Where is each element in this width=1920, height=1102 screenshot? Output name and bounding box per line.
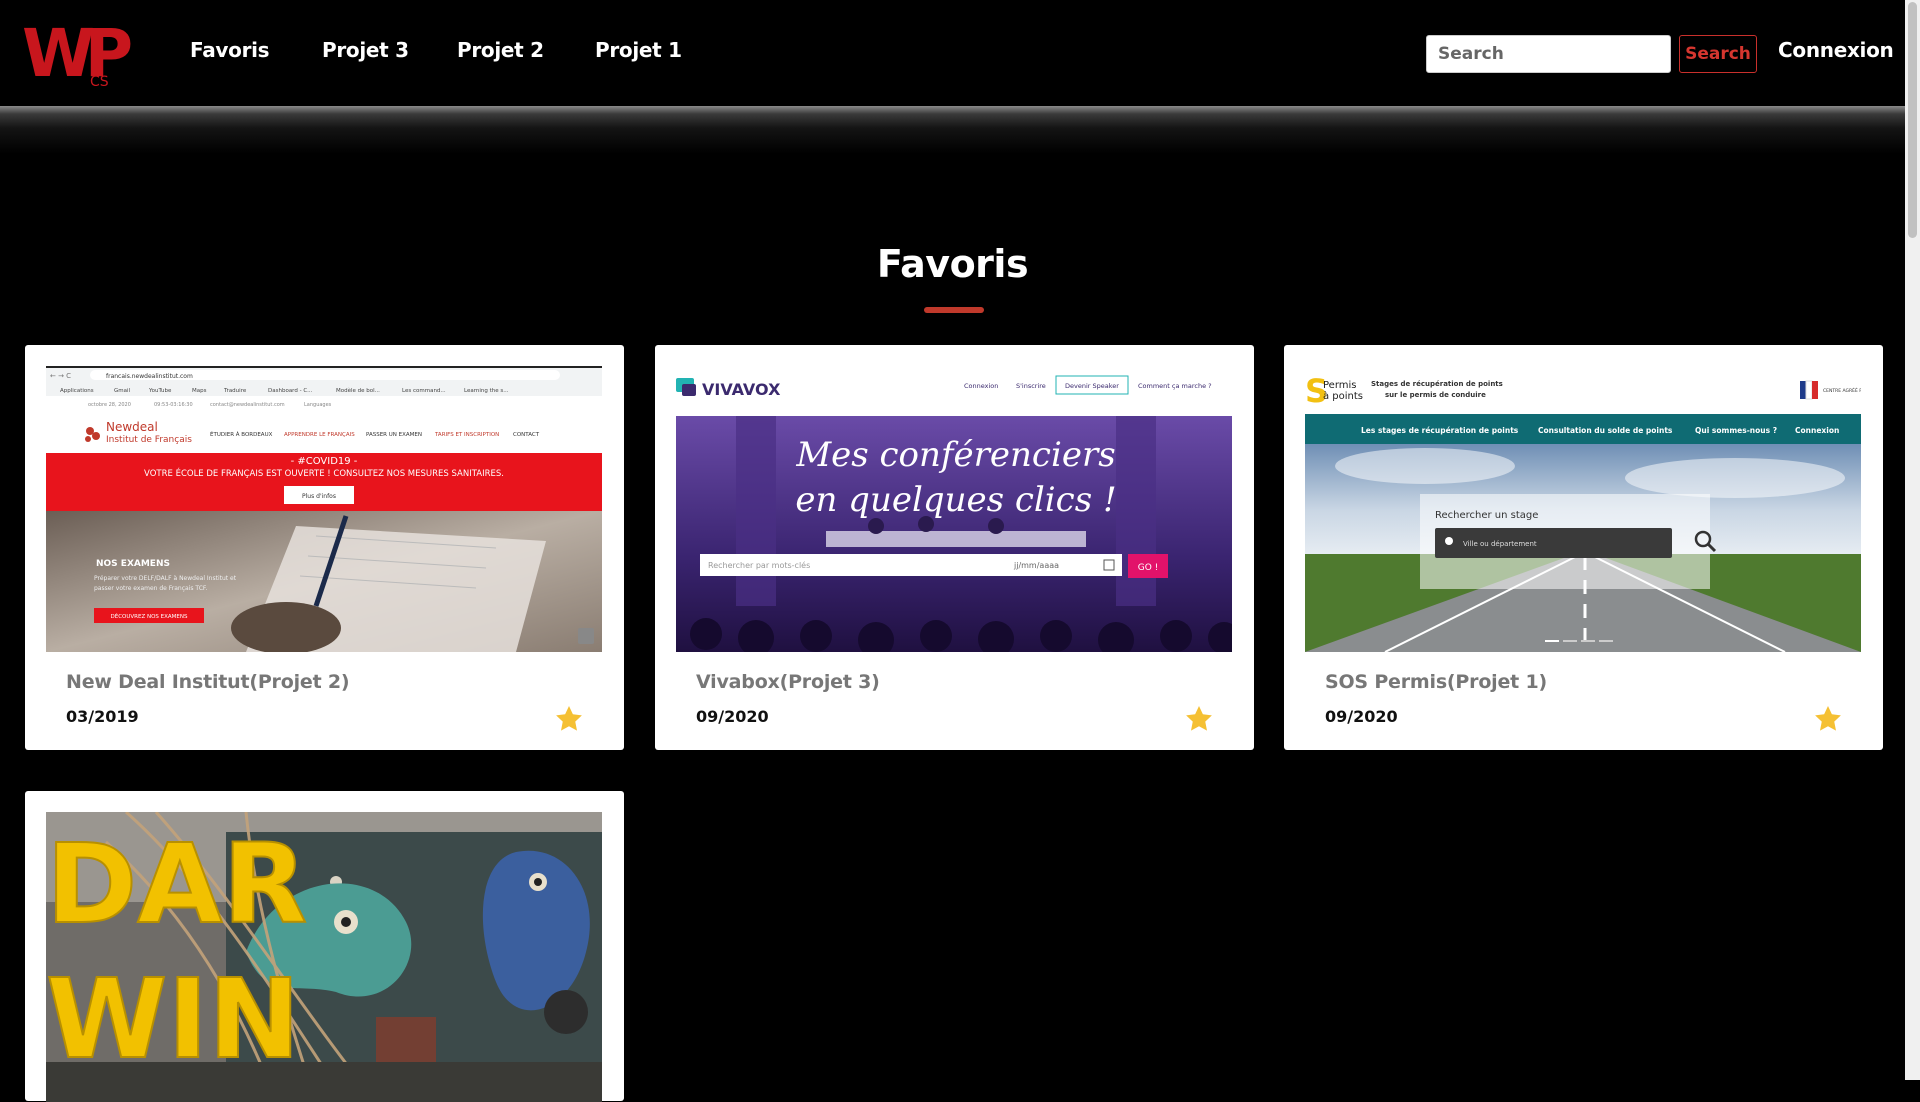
svg-text:francais.newdealinstitut.com: francais.newdealinstitut.com — [106, 373, 193, 380]
svg-text:VOTRE ÉCOLE DE FRANÇAIS EST OU: VOTRE ÉCOLE DE FRANÇAIS EST OUVERTE ! CO… — [144, 467, 504, 479]
nav-link-favoris[interactable]: Favoris — [190, 38, 270, 62]
card-title[interactable]: New Deal Institut(Projet 2) — [66, 671, 350, 693]
svg-text:Maps: Maps — [192, 388, 207, 394]
favorite-star-icon[interactable] — [1813, 704, 1843, 734]
svg-text:Modèle de bol...: Modèle de bol... — [336, 387, 380, 394]
card-date: 09/2020 — [696, 707, 769, 726]
project-thumbnail[interactable]: DAR WIN — [46, 812, 602, 1102]
login-link[interactable]: Connexion — [1778, 38, 1894, 62]
project-thumbnail[interactable]: VIVAVOX Connexion S'inscrire Devenir Spe… — [676, 366, 1232, 652]
svg-text:Traduire: Traduire — [223, 388, 247, 394]
svg-text:Les stages de récupération de: Les stages de récupération de points — [1361, 426, 1519, 435]
card-date: 09/2020 — [1325, 707, 1398, 726]
svg-text:Newdeal: Newdeal — [106, 420, 158, 434]
svg-text:Connexion: Connexion — [964, 382, 998, 390]
svg-text:VIVAVOX: VIVAVOX — [702, 380, 781, 399]
nav-link-projet-3[interactable]: Projet 3 — [322, 38, 409, 62]
svg-text:NOS EXAMENS: NOS EXAMENS — [96, 559, 170, 569]
svg-text:WP: WP — [22, 15, 131, 90]
svg-text:sur le permis de conduire: sur le permis de conduire — [1385, 391, 1486, 399]
svg-text:YouTube: YouTube — [148, 388, 172, 394]
page-title: Favoris — [876, 242, 1029, 286]
svg-text:GO !: GO ! — [1138, 563, 1159, 573]
card-title[interactable]: Vivabox(Projet 3) — [696, 671, 880, 693]
svg-text:Learning the s...: Learning the s... — [464, 388, 509, 394]
svg-text:Qui sommes-nous ?: Qui sommes-nous ? — [1695, 426, 1777, 435]
svg-text:S'inscrire: S'inscrire — [1016, 382, 1046, 390]
navbar-shadow — [0, 106, 1905, 154]
svg-text:CS: CS — [90, 74, 109, 90]
scrollbar-thumb[interactable] — [1908, 2, 1917, 238]
svg-text:Permis: Permis — [1323, 380, 1357, 391]
svg-text:CONTACT: CONTACT — [513, 432, 540, 438]
favorite-star-icon[interactable] — [554, 704, 584, 734]
svg-text:Mes conférenciers: Mes conférenciers — [795, 435, 1115, 475]
search-input[interactable] — [1426, 35, 1671, 73]
svg-text:Connexion: Connexion — [1795, 426, 1839, 435]
svg-text:Devenir Speaker: Devenir Speaker — [1065, 382, 1119, 390]
svg-text:Ville ou département: Ville ou département — [1463, 540, 1537, 548]
page-scrollbar[interactable] — [1905, 0, 1920, 1080]
svg-text:- #COVID19 -: - #COVID19 - — [291, 456, 358, 467]
project-card-darwin[interactable]: DAR WIN — [25, 791, 624, 1102]
svg-text:contact@newdealinstitut.com: contact@newdealinstitut.com — [210, 402, 285, 408]
svg-text:Gmail: Gmail — [114, 388, 131, 394]
project-card-new-deal[interactable]: francais.newdealinstitut.com ← → C Appli… — [25, 345, 624, 750]
svg-text:Dashboard - C...: Dashboard - C... — [268, 388, 313, 394]
navbar: WP CS Favoris Projet 3 Projet 2 Projet 1… — [0, 0, 1905, 107]
svg-text:Plus d'infos: Plus d'infos — [302, 493, 336, 500]
svg-text:← → C: ← → C — [50, 372, 71, 380]
svg-text:jj/mm/aaaa: jj/mm/aaaa — [1013, 561, 1059, 570]
svg-text:Applications: Applications — [60, 388, 94, 394]
svg-text:Rechercher par mots-clés: Rechercher par mots-clés — [708, 560, 810, 570]
nav-link-projet-1[interactable]: Projet 1 — [595, 38, 682, 62]
svg-text:Institut de Français: Institut de Français — [106, 435, 192, 445]
svg-text:APPRENDRE LE FRANÇAIS: APPRENDRE LE FRANÇAIS — [284, 432, 355, 438]
svg-text:à points: à points — [1323, 390, 1363, 402]
svg-text:Rechercher un stage: Rechercher un stage — [1435, 510, 1538, 521]
svg-text:TARIFS ET INSCRIPTION: TARIFS ET INSCRIPTION — [434, 432, 499, 438]
svg-text:Languages: Languages — [304, 402, 332, 408]
svg-text:PASSER UN EXAMEN: PASSER UN EXAMEN — [366, 432, 422, 438]
project-thumbnail[interactable]: francais.newdealinstitut.com ← → C Appli… — [46, 366, 602, 652]
search-button[interactable]: Search — [1679, 35, 1757, 73]
svg-text:en quelques clics !: en quelques clics ! — [795, 480, 1116, 520]
nav-link-projet-2[interactable]: Projet 2 — [457, 38, 544, 62]
svg-text:Comment ça marche ?: Comment ça marche ? — [1138, 382, 1212, 390]
svg-text:ÉTUDIER À BORDEAUX: ÉTUDIER À BORDEAUX — [210, 430, 273, 438]
title-underline — [924, 307, 984, 313]
svg-text:Les command...: Les command... — [402, 388, 446, 394]
card-date: 03/2019 — [66, 707, 139, 726]
svg-text:Stages de récupération de poin: Stages de récupération de points — [1371, 380, 1503, 388]
svg-text:09:53-03:16:30: 09:53-03:16:30 — [154, 402, 193, 408]
svg-text:octobre 28, 2020: octobre 28, 2020 — [88, 402, 131, 408]
svg-text:Préparer votre DELF/DALF à New: Préparer votre DELF/DALF à Newdeal Insti… — [94, 575, 237, 582]
svg-text:DÉCOUVREZ NOS EXAMENS: DÉCOUVREZ NOS EXAMENS — [111, 612, 189, 620]
favorite-star-icon[interactable] — [1184, 704, 1214, 734]
site-logo[interactable]: WP CS — [22, 14, 141, 92]
project-thumbnail[interactable]: S Permis à points Stages de récupération… — [1305, 366, 1861, 652]
svg-text:passer votre examen de Françai: passer votre examen de Français TCF. — [94, 585, 207, 592]
card-title[interactable]: SOS Permis(Projet 1) — [1325, 671, 1547, 693]
svg-text:DAR: DAR — [46, 820, 307, 948]
project-card-sos-permis[interactable]: S Permis à points Stages de récupération… — [1284, 345, 1883, 750]
svg-text:Consultation du solde de point: Consultation du solde de points — [1538, 426, 1673, 435]
project-card-vivabox[interactable]: VIVAVOX Connexion S'inscrire Devenir Spe… — [655, 345, 1254, 750]
